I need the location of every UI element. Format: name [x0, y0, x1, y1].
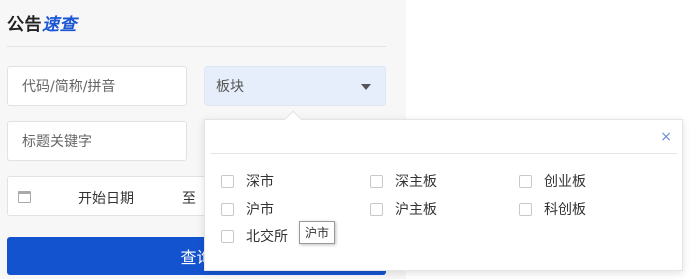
board-select-label: 板块: [216, 79, 244, 95]
code-search-input[interactable]: 代码/简称/拼音: [7, 66, 187, 106]
board-option-bse[interactable]: 北交所: [221, 226, 288, 246]
option-label: 深主板: [395, 174, 437, 190]
caret-down-icon: [361, 84, 371, 90]
board-select[interactable]: 板块: [204, 66, 386, 106]
option-label: 深市: [246, 174, 274, 190]
option-label: 沪主板: [395, 202, 437, 218]
option-label: 北交所: [246, 229, 288, 245]
tooltip: 沪市: [299, 221, 336, 244]
checkbox[interactable]: [519, 202, 532, 216]
board-option-chinext[interactable]: 创业板: [519, 171, 586, 191]
code-search-placeholder: 代码/简称/拼音: [22, 79, 116, 95]
checkbox[interactable]: [519, 174, 532, 188]
calendar-icon: [18, 191, 31, 203]
board-option-sh[interactable]: 沪市: [221, 199, 274, 219]
dropdown-divider: [210, 153, 677, 154]
board-dropdown: × 深市 深主板 创业板 沪市 沪主板 科创板 北交所: [204, 110, 683, 271]
board-option-sz-main[interactable]: 深主板: [370, 171, 437, 191]
checkbox[interactable]: [221, 229, 234, 243]
board-option-sh-main[interactable]: 沪主板: [370, 199, 437, 219]
title-part-2: 速查: [42, 15, 77, 35]
close-icon[interactable]: ×: [660, 130, 672, 144]
title-keyword-placeholder: 标题关键字: [22, 134, 92, 150]
title-part-1: 公告: [7, 15, 42, 35]
checkbox[interactable]: [370, 202, 383, 216]
option-label: 沪市: [246, 202, 274, 218]
title-divider: [7, 46, 386, 47]
date-range-field[interactable]: 开始日期 至: [7, 176, 207, 216]
checkbox[interactable]: [221, 174, 234, 188]
date-separator: 至: [182, 191, 196, 207]
checkbox[interactable]: [370, 174, 383, 188]
title-keyword-input[interactable]: 标题关键字: [7, 121, 187, 161]
option-label: 创业板: [544, 174, 586, 190]
checkbox[interactable]: [221, 202, 234, 216]
page-title: 公告速查: [7, 10, 77, 35]
board-option-sz[interactable]: 深市: [221, 171, 274, 191]
start-date-input[interactable]: 开始日期: [78, 188, 134, 208]
option-label: 科创板: [544, 202, 586, 218]
board-option-star[interactable]: 科创板: [519, 199, 586, 219]
